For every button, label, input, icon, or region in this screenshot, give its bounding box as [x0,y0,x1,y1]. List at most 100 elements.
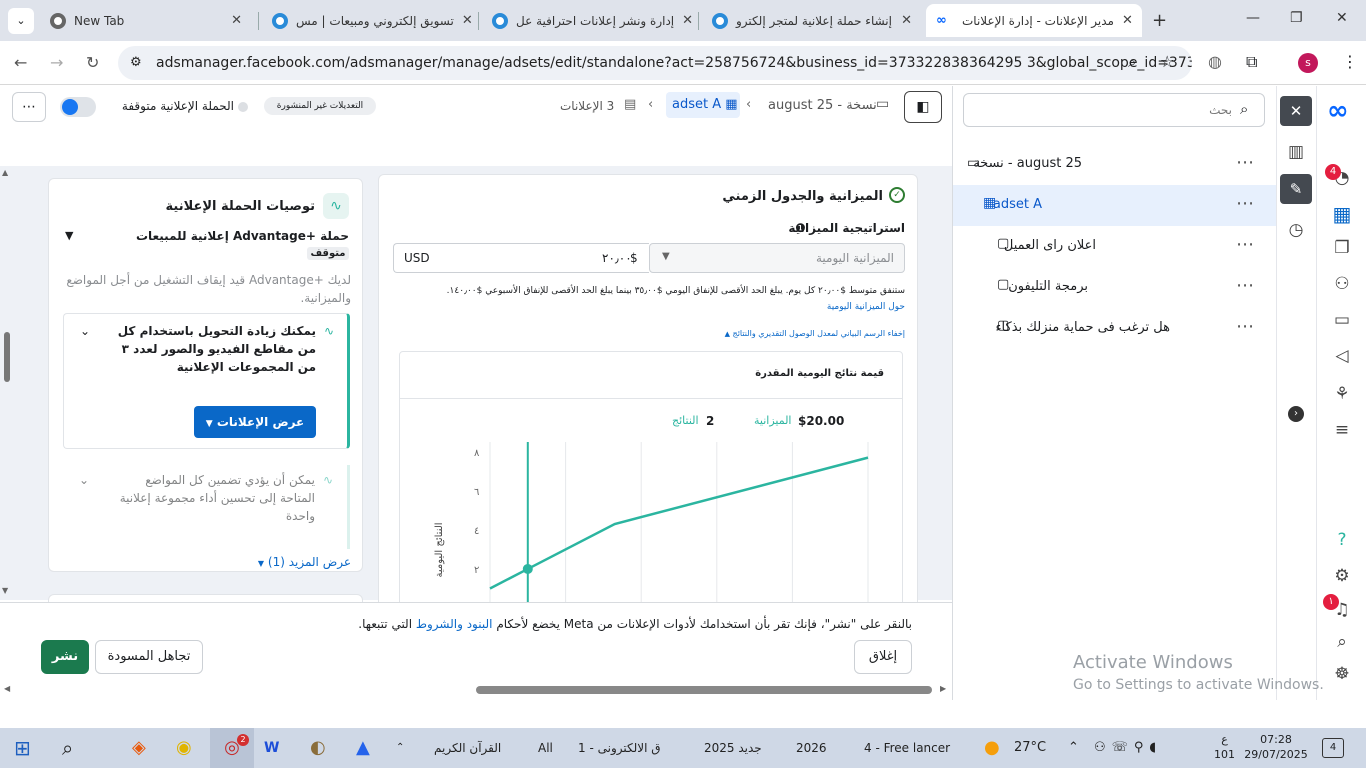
paint-icon[interactable]: ◐ [310,728,326,768]
more-options-icon[interactable]: ⋯ [1236,316,1255,337]
more-options-icon[interactable]: ⋯ [1236,152,1255,173]
menu-icon[interactable]: ⋮ [1342,52,1358,71]
tree-search-field[interactable]: ⌕ [963,93,1265,127]
zoom-icon[interactable]: ⌕ [1128,53,1136,71]
show-more-link[interactable]: عرض المزيد (1) ▼ [69,555,351,569]
breadcrumb-ads[interactable]: 3 الإعلانات [560,99,614,113]
tab-ads-publish[interactable]: إدارة ونشر إعلانات احترافية عل ✕ [482,4,694,37]
settings-icon[interactable]: ⚙ [1327,566,1357,586]
taskbar-item[interactable]: All [538,728,553,768]
edit-icon[interactable]: ✎ [1280,174,1312,204]
discard-draft-button[interactable]: تجاهل المسودة [95,640,203,674]
browser-tab-bar: ⌄ New Tab ✕ تسويق إلكتروني ومبيعات | مس … [0,0,1366,41]
tab-search-button[interactable]: ⌄ [8,8,34,34]
tree-item-adset[interactable]: adset A ▦ ⋯ [953,185,1276,226]
search-icon[interactable]: ⌕ [62,728,73,768]
terms-link[interactable]: البنود والشروط [416,617,493,631]
help-icon[interactable]: ? [1327,530,1357,550]
horizontal-scrollbar[interactable]: ◀ ▶ [0,682,952,698]
tab-create-campaign[interactable]: إنشاء حملة إعلانية لمتجر إلكترو ✕ [702,4,922,37]
ads-manager-table-icon[interactable]: ▦ [1327,202,1357,226]
temperature[interactable]: 27°C [1014,728,1046,768]
more-options-icon[interactable]: ⋯ [1236,234,1255,255]
taskbar-item[interactable]: جديد 2025 [704,728,762,768]
bug-icon[interactable]: ☸ [1327,664,1357,684]
pages-icon[interactable]: ❐ [1327,238,1357,258]
tab-ads-manager[interactable]: ∞ مدير الإعلانات - إدارة الإعلانات ✕ [926,4,1142,37]
tray-icons[interactable]: ⚇☏⚲◖ [1094,728,1162,768]
chrome-taskbar-icon[interactable]: ◎ [210,728,254,768]
budget-amount-input[interactable]: USD ٢٠٫٠٠ $ [393,243,649,273]
view-ads-button[interactable]: ▼ عرض الإعلانات [194,406,316,438]
chevron-down-icon[interactable]: ⌄ [80,324,90,338]
meta-logo-icon[interactable]: ∞ [1327,96,1349,126]
bookmark-star-icon[interactable]: ☆ [1160,52,1174,71]
taskbar-item[interactable]: ق الالكترونى - 1 [578,728,661,768]
more-options-icon[interactable]: ⋯ [1236,275,1255,296]
publish-button[interactable]: نشر [41,640,89,674]
search-icon[interactable]: ⌕ [1327,632,1357,652]
close-icon[interactable]: ✕ [682,13,693,28]
hide-chart-link[interactable]: إخفاء الرسم البياني لمعدل الوصول التقدير… [579,329,905,338]
tree-search-input[interactable] [972,100,1232,120]
site-info-icon[interactable]: ⚙ [130,46,142,80]
snapchat-icon[interactable]: ◉ [176,728,192,768]
more-options-icon[interactable]: ⋯ [1236,193,1255,214]
start-icon[interactable]: ⊞ [14,728,31,768]
language-indicator[interactable]: ع 101 [1214,732,1235,762]
taskbar-item[interactable]: القرآن الكريم [434,728,501,768]
forward-icon[interactable]: → [50,53,63,72]
taskbar-item[interactable]: 4 - Free lancer [864,728,950,768]
photos-icon[interactable]: ▲ [356,728,370,768]
expand-icon[interactable]: › [1288,406,1304,422]
taskbar-item[interactable]: 2026 [796,728,827,768]
tree-item-campaign[interactable]: august 25 - نسخة ▭ ⋯ [953,144,1276,185]
toggle-panel-button[interactable]: ◧ [904,91,942,123]
ad-icon: ▢ [997,318,1010,333]
tree-item-ad[interactable]: هل ترغب فى حماية منزلك بذكاء ▢ ⋯ [953,308,1276,349]
close-panel-button[interactable]: ✕ [1280,96,1312,126]
tab-new-tab[interactable]: New Tab ✕ [40,4,252,37]
all-tools-icon[interactable]: ≡ [1327,420,1357,440]
history-icon[interactable]: ◷ [1281,220,1311,240]
events-icon[interactable]: ⚘ [1327,384,1357,404]
address-bar[interactable]: ⚙ adsmanager.facebook.com/adsmanager/man… [118,46,1192,80]
chevron-down-icon[interactable]: ⌄ [79,473,89,487]
notification-center-icon[interactable]: 4 [1322,738,1344,758]
vertical-scrollbar[interactable]: ▲ ▼ [2,166,12,600]
extensions-icon[interactable]: ⧉ [1246,52,1257,72]
translate-icon[interactable]: ◍ [1208,52,1222,71]
megaphone-icon[interactable]: ◁ [1327,346,1357,366]
close-icon[interactable]: ✕ [1122,13,1133,28]
tree-item-ad[interactable]: اعلان راى العميل ▢ ⋯ [953,226,1276,267]
breadcrumb-campaign[interactable]: august 25 - نسخة [768,98,877,113]
tree-item-ad[interactable]: برمجة التليفون ▢ ⋯ [953,267,1276,308]
restore-icon[interactable]: ❐ [1290,10,1303,26]
brave-icon[interactable]: ◈ [132,728,146,768]
word-icon[interactable]: W [264,728,279,768]
budget-marker-point[interactable] [522,563,533,574]
billing-icon[interactable]: ▭ [1327,310,1357,330]
window-close-icon[interactable]: ✕ [1336,10,1348,26]
more-options-button[interactable]: ⋯ [12,92,46,122]
tab-marketing[interactable]: تسويق إلكتروني ومبيعات | مس ✕ [262,4,474,37]
audiences-icon[interactable]: ⚇ [1327,274,1357,294]
clock[interactable]: 07:28 29/07/2025 [1244,732,1308,762]
campaign-toggle[interactable] [60,97,96,117]
close-icon[interactable]: ✕ [901,13,912,28]
minimize-icon[interactable]: — [1246,10,1260,26]
new-tab-button[interactable]: + [1152,10,1167,31]
close-button[interactable]: إغلاق [854,640,912,674]
collapse-icon[interactable]: ▼ [65,229,73,242]
budget-type-select[interactable]: ▼ الميزانية اليومية [649,243,905,273]
chart-icon[interactable]: ▥ [1281,142,1311,162]
reload-icon[interactable]: ↻ [86,53,99,72]
about-daily-budget-link[interactable]: حول الميزانية اليومية [579,299,905,315]
close-icon[interactable]: ✕ [462,13,473,28]
back-icon[interactable]: ← [14,53,27,72]
taskbar-scroll[interactable]: ⌃ [396,728,404,768]
breadcrumb-adset[interactable]: adset A ▦ [666,92,740,118]
tray-chevron-icon[interactable]: ⌃ [1068,728,1079,768]
close-icon[interactable]: ✕ [231,13,242,28]
profile-avatar[interactable]: s [1298,53,1318,73]
